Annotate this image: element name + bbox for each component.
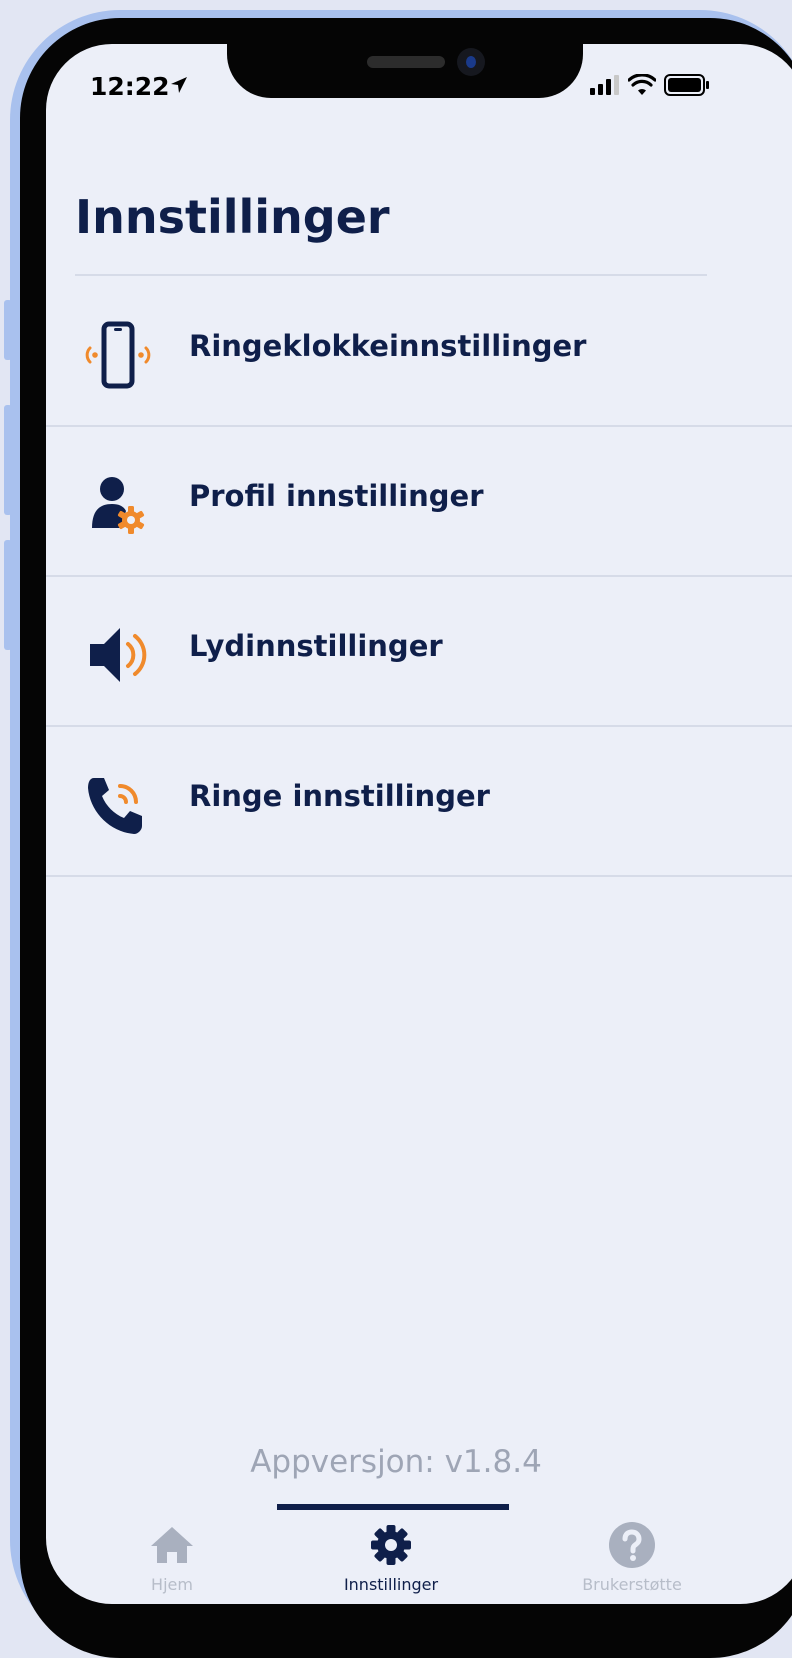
settings-list: Ringeklokkeinnstillinger Profil innstill… — [46, 277, 792, 877]
phone-side-button — [4, 405, 12, 515]
settings-item-sound[interactable]: Lydinnstillinger — [46, 577, 792, 727]
phone-vibrate-icon — [80, 320, 156, 390]
tab-support[interactable]: Brukerstøtte — [532, 1519, 732, 1594]
front-camera — [457, 48, 485, 76]
tab-label: Hjem — [151, 1575, 193, 1594]
settings-item-label: Lydinnstillinger — [189, 629, 443, 663]
location-arrow-icon — [171, 77, 187, 93]
wifi-icon — [628, 74, 656, 95]
settings-item-label: Profil innstillinger — [189, 479, 484, 513]
speaker-icon — [80, 620, 156, 690]
app-screen: 12:22 Innstillinger Ringeklokkeinnstilli… — [46, 44, 792, 1604]
status-icons — [590, 74, 710, 96]
settings-item-profile[interactable]: Profil innstillinger — [46, 427, 792, 577]
tab-home[interactable]: Hjem — [72, 1519, 272, 1594]
phone-side-button — [4, 300, 12, 360]
tab-settings[interactable]: Innstillinger — [291, 1519, 491, 1594]
phone-call-icon — [80, 770, 156, 840]
settings-item-label: Ringeklokkeinnstillinger — [189, 329, 587, 363]
active-tab-indicator — [277, 1504, 509, 1510]
tab-bar: Hjem Innstillinger Brukerstøtte — [46, 1519, 792, 1599]
settings-item-doorbell[interactable]: Ringeklokkeinnstillinger — [46, 277, 792, 427]
app-version: Appversjon: v1.8.4 — [250, 1444, 542, 1480]
gear-icon — [291, 1519, 491, 1571]
phone-side-button — [4, 540, 12, 650]
user-gear-icon — [80, 470, 156, 540]
battery-icon — [664, 74, 709, 96]
notch — [227, 44, 583, 98]
title-divider — [75, 274, 707, 276]
signal-icon — [590, 75, 619, 95]
speaker-grille — [367, 56, 445, 68]
page-title: Innstillinger — [75, 190, 390, 244]
settings-item-label: Ringe innstillinger — [189, 779, 490, 813]
home-icon — [72, 1519, 272, 1571]
help-icon — [532, 1519, 732, 1571]
status-time: 12:22 — [90, 72, 170, 101]
tab-label: Brukerstøtte — [582, 1575, 682, 1594]
tab-label: Innstillinger — [343, 1575, 439, 1594]
settings-item-calls[interactable]: Ringe innstillinger — [46, 727, 792, 877]
